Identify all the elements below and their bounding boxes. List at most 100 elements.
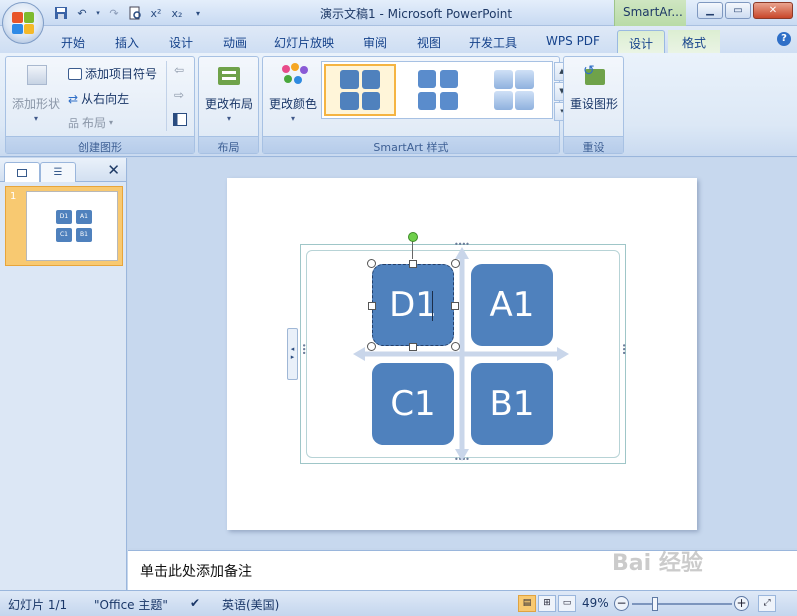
- slide-sorter-icon[interactable]: ⊞: [538, 595, 556, 612]
- group-reset: ↺ 重设图形 重设: [563, 56, 624, 154]
- smartart-box-a1[interactable]: A1: [471, 264, 553, 346]
- print-preview-icon[interactable]: [126, 4, 144, 22]
- reset-graphic-button[interactable]: ↺ 重设图形: [566, 63, 622, 112]
- resize-handle-sw[interactable]: [367, 342, 376, 351]
- zoom-level[interactable]: 49%: [582, 596, 609, 610]
- change-colors-button[interactable]: 更改颜色 ▾: [265, 63, 321, 123]
- resize-handle-nw[interactable]: [367, 259, 376, 268]
- right-to-left-button[interactable]: ⇄ 从右向左: [68, 90, 129, 107]
- spell-check-icon[interactable]: ✔: [190, 596, 200, 610]
- slideshow-view-icon[interactable]: ▭: [558, 595, 576, 612]
- tab-smartart-design[interactable]: 设计: [617, 30, 665, 53]
- superscript-icon[interactable]: x²: [147, 4, 165, 22]
- outline-icon: ☰: [53, 167, 63, 178]
- ribbon: 添加形状 ▾ 添加项目符号 ⇄ 从右向左 品 布局 ▾ ⇦ ⇨ 创建图形 更改布…: [0, 53, 797, 157]
- zoom-slider-thumb[interactable]: [652, 597, 658, 611]
- layout-dropdown-button[interactable]: 品 布局 ▾: [68, 114, 113, 131]
- reset-graphic-icon: ↺: [579, 63, 609, 89]
- zoom-slider-track[interactable]: [632, 603, 732, 605]
- smartart-box-text[interactable]: C1: [390, 384, 435, 424]
- tab-design[interactable]: 设计: [158, 30, 204, 53]
- zoom-in-icon[interactable]: +: [734, 596, 749, 611]
- help-icon[interactable]: ?: [777, 32, 791, 46]
- style-thumb-simple-fill[interactable]: [324, 64, 396, 116]
- quick-access-toolbar: ↶ ▾ ↷ x² x₂ ▾: [52, 3, 207, 23]
- smartart-box-d1[interactable]: D1: [372, 264, 454, 346]
- text-pane-icon[interactable]: [173, 113, 187, 126]
- tab-wps-pdf[interactable]: WPS PDF: [536, 30, 610, 53]
- text-pane-toggle[interactable]: ◂ ▸: [287, 328, 298, 380]
- slide-canvas[interactable]: •••• •••• ••• ••• D1 A1 C1: [227, 178, 697, 530]
- add-shape-button[interactable]: 添加形状 ▾: [10, 63, 62, 123]
- resize-handle-n[interactable]: [409, 260, 417, 268]
- tab-developer[interactable]: 开发工具: [460, 30, 526, 53]
- zoom-out-icon[interactable]: −: [614, 596, 629, 611]
- tab-review[interactable]: 审阅: [352, 30, 398, 53]
- tab-smartart-format[interactable]: 格式: [668, 30, 720, 53]
- add-bullet-button[interactable]: 添加项目符号: [68, 65, 157, 82]
- tab-animation[interactable]: 动画: [212, 30, 258, 53]
- resize-handle-w[interactable]: [368, 302, 376, 310]
- office-button[interactable]: [2, 2, 44, 44]
- add-shape-icon: [21, 63, 51, 89]
- watermark: Bai 经验: [612, 551, 703, 576]
- slide-thumbnail-preview: D1 A1 C1 B1: [26, 191, 118, 261]
- close-icon[interactable]: ✕: [753, 2, 793, 19]
- smartart-box-text[interactable]: A1: [490, 285, 535, 325]
- smartart-box-text[interactable]: D1: [389, 285, 437, 325]
- title-bar: ↶ ▾ ↷ x² x₂ ▾ 演示文稿1 - Microsoft PowerPoi…: [0, 0, 797, 26]
- resize-handle-ne[interactable]: [451, 259, 460, 268]
- resize-handle-se[interactable]: [451, 342, 460, 351]
- smartart-box-text[interactable]: B1: [490, 384, 535, 424]
- window-title: 演示文稿1 - Microsoft PowerPoint: [320, 7, 513, 21]
- normal-view-icon[interactable]: ▤: [518, 595, 536, 612]
- slides-pane-tabs: ☰ ✕: [0, 158, 126, 182]
- minimize-icon[interactable]: ▁: [697, 2, 723, 19]
- change-layout-label: 更改布局: [204, 97, 253, 111]
- tab-outline[interactable]: ☰: [40, 162, 76, 182]
- dropdown-arrow-icon: ▾: [290, 114, 295, 123]
- style-thumb-intense[interactable]: [478, 64, 550, 116]
- demote-icon[interactable]: ⇨: [174, 88, 184, 102]
- style-thumb-subtle[interactable]: [402, 64, 474, 116]
- smartart-style-gallery: ▲ ▼ ▾: [321, 61, 570, 121]
- customize-qat-icon[interactable]: ▾: [189, 4, 207, 22]
- resize-handle-e[interactable]: [451, 302, 459, 310]
- tab-view[interactable]: 视图: [406, 30, 452, 53]
- theme-name[interactable]: "Office 主题": [94, 596, 168, 613]
- bullet-list-icon: [68, 67, 82, 80]
- thumb-box-label: C1: [56, 228, 72, 242]
- fit-to-window-icon[interactable]: ⤢: [758, 595, 776, 612]
- slide-count: 幻灯片 1/1: [8, 598, 68, 612]
- close-icon[interactable]: ✕: [107, 161, 120, 179]
- slide-number: 1: [10, 191, 17, 202]
- dropdown-arrow-icon[interactable]: ▾: [94, 4, 102, 22]
- dropdown-arrow-icon: ▾: [33, 114, 38, 123]
- slide-thumbnail-1[interactable]: 1 D1 A1 C1 B1: [5, 186, 123, 266]
- maximize-icon[interactable]: ▭: [725, 2, 751, 19]
- notes-placeholder[interactable]: 单击此处添加备注: [140, 561, 252, 581]
- smartart-tools-title: SmartAr...: [614, 0, 686, 26]
- smartart-box-b1[interactable]: B1: [471, 363, 553, 445]
- tab-home[interactable]: 开始: [50, 30, 96, 53]
- tab-insert[interactable]: 插入: [104, 30, 150, 53]
- smartart-box-c1[interactable]: C1: [372, 363, 454, 445]
- smartart-frame[interactable]: •••• •••• ••• ••• D1 A1 C1: [299, 232, 628, 464]
- subscript-icon[interactable]: x₂: [168, 4, 186, 22]
- slide-editing-area: •••• •••• ••• ••• D1 A1 C1: [128, 158, 797, 548]
- reset-graphic-label: 重设图形: [569, 97, 618, 111]
- language[interactable]: 英语(美国): [222, 596, 279, 613]
- thumb-box-label: A1: [76, 210, 92, 224]
- office-logo-icon: [12, 12, 34, 34]
- tab-slides-thumbnails[interactable]: [4, 162, 40, 182]
- tab-slideshow[interactable]: 幻灯片放映: [266, 30, 342, 53]
- redo-icon[interactable]: ↷: [105, 4, 123, 22]
- resize-handle-s[interactable]: [409, 343, 417, 351]
- save-icon[interactable]: [52, 4, 70, 22]
- change-layout-button[interactable]: 更改布局 ▾: [201, 63, 257, 123]
- rotation-handle[interactable]: [408, 232, 418, 242]
- slides-pane: ☰ ✕ 1 D1 A1 C1 B1: [0, 158, 127, 590]
- promote-icon[interactable]: ⇦: [174, 63, 184, 77]
- undo-icon[interactable]: ↶: [73, 4, 91, 22]
- ribbon-tabs: 开始 插入 设计 动画 幻灯片放映 审阅 视图 开发工具 WPS PDF 设计 …: [0, 26, 797, 53]
